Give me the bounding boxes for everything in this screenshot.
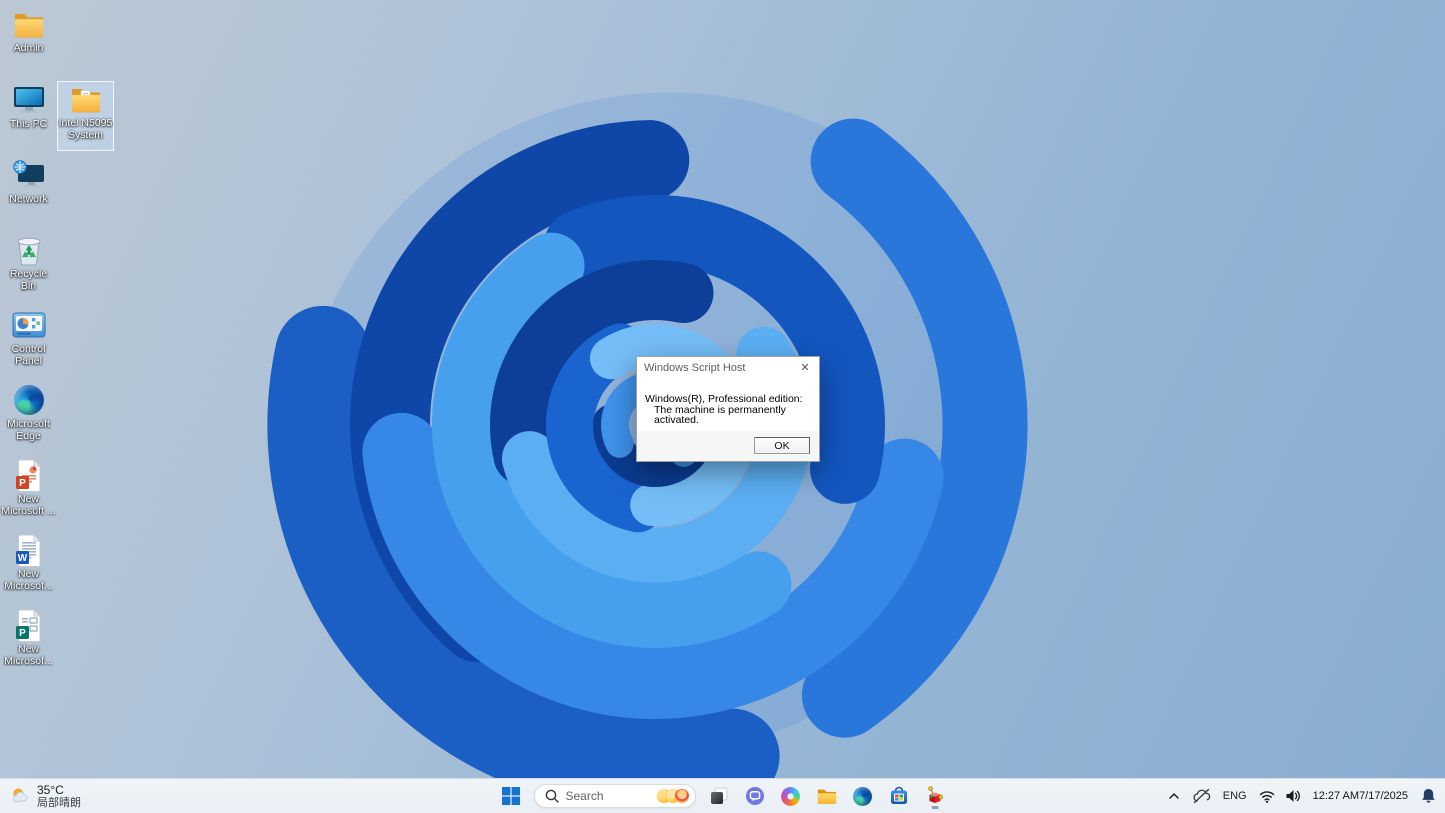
file-explorer-button[interactable]	[814, 783, 840, 809]
speaker-icon	[1286, 790, 1300, 802]
desktop-icon-this-pc[interactable]: This PC	[0, 82, 57, 152]
bell-icon	[1421, 788, 1435, 803]
desktop-icon-label: Admin	[13, 42, 44, 54]
chat-button[interactable]	[742, 783, 768, 809]
weather-icon	[12, 788, 28, 803]
system-tray: ENG 12:27 AM 7/17/2025	[1163, 779, 1439, 813]
search-box[interactable]	[533, 784, 696, 808]
search-icon	[545, 789, 559, 803]
desktop-icon-recycle-bin[interactable]: Recycle Bin	[0, 232, 57, 302]
copilot-icon	[781, 786, 800, 806]
network-tray-button[interactable]	[1256, 782, 1278, 810]
edge-icon	[853, 786, 872, 806]
language-indicator[interactable]: ENG	[1218, 782, 1252, 810]
emoji-heart-eyes-icon[interactable]	[674, 789, 689, 803]
file-explorer-icon	[817, 789, 836, 804]
svg-text:W: W	[18, 553, 28, 564]
wifi-icon	[1259, 790, 1274, 803]
clock[interactable]: 12:27 AM 7/17/2025	[1308, 782, 1413, 810]
folder-files-icon	[69, 82, 103, 116]
weather-temp: 35°C	[37, 782, 64, 797]
desktop-icon-label: Intel N5095 System	[58, 117, 113, 141]
tray-date: 7/17/2025	[1359, 789, 1408, 802]
svg-text:P: P	[19, 478, 26, 489]
activation-tool-button[interactable]	[922, 783, 948, 809]
copilot-button[interactable]	[778, 783, 804, 809]
tray-time: 12:27 AM	[1312, 789, 1360, 802]
dialog-message-line2: The machine is permanently activated.	[654, 403, 786, 426]
powerpoint-doc-icon: P	[12, 458, 46, 492]
notification-center-button[interactable]	[1417, 782, 1439, 810]
desktop-icon-new-word[interactable]: W New Microsof...	[0, 532, 57, 602]
desktop-icon-label: Microsoft Edge	[7, 418, 50, 442]
dialog-message: Windows(R), Professional edition: The ma…	[637, 378, 819, 426]
desktop-icon-new-publisher[interactable]: P New Microsof...	[0, 607, 57, 677]
onedrive-tray-button[interactable]	[1189, 782, 1214, 810]
microsoft-store-icon	[890, 786, 907, 804]
desktop-icon-control-panel[interactable]: Control Panel	[0, 307, 57, 377]
running-indicator	[931, 806, 938, 809]
close-icon[interactable]: ✕	[798, 361, 812, 375]
dialog-title-bar: Windows Script Host ✕	[637, 357, 819, 378]
computer-icon	[12, 83, 46, 117]
chevron-up-icon	[1168, 793, 1179, 799]
desktop-icon-label: Network	[9, 193, 48, 205]
weather-widget[interactable]: 35°C 局部晴朗	[10, 783, 81, 810]
chat-icon	[745, 787, 764, 805]
microsoft-store-button[interactable]	[886, 783, 912, 809]
weather-condition: 局部晴朗	[37, 796, 81, 809]
desktop-icon-label: New Microsof...	[4, 643, 53, 667]
ok-button[interactable]: OK	[754, 437, 810, 454]
desktop-icon-network[interactable]: Network	[0, 157, 57, 227]
show-hidden-icons-button[interactable]	[1163, 782, 1185, 810]
task-view-button[interactable]	[706, 783, 732, 809]
windows-script-host-dialog: Windows Script Host ✕ Windows(R), Profes…	[636, 356, 820, 462]
edge-icon	[12, 383, 46, 417]
publisher-doc-icon: P	[12, 608, 46, 642]
desktop-icon-intel-n5095-system[interactable]: Intel N5095 System	[57, 81, 114, 151]
desktop-icon-microsoft-edge[interactable]: Microsoft Edge	[0, 382, 57, 452]
desktop-icon-label: This PC	[9, 118, 48, 130]
desktop-icon-label: Recycle Bin	[9, 268, 48, 292]
svg-text:P: P	[19, 628, 26, 639]
recycle-bin-icon	[12, 233, 46, 267]
edge-button[interactable]	[850, 783, 876, 809]
activation-tool-icon	[927, 786, 943, 803]
start-button[interactable]	[498, 783, 524, 809]
desktop-icon-label: Control Panel	[11, 343, 46, 367]
desktop-icon-admin[interactable]: Admin	[0, 6, 57, 76]
desktop-icon-new-powerpoint[interactable]: P New Microsoft ...	[0, 457, 57, 527]
network-icon	[12, 158, 46, 192]
task-view-icon	[710, 787, 727, 804]
word-doc-icon: W	[12, 533, 46, 567]
dialog-title: Windows Script Host	[644, 361, 746, 374]
start-icon	[501, 787, 520, 805]
desktop-icon-label: New Microsof...	[4, 568, 53, 592]
desktop: Admin This PC Network Recycle Bin Contro…	[0, 0, 1445, 813]
dialog-message-line1: Windows(R), Professional edition:	[645, 393, 803, 405]
search-input[interactable]	[565, 789, 662, 803]
folder-icon	[12, 7, 46, 41]
taskbar-center	[498, 779, 948, 813]
weather-text: 35°C 局部晴朗	[37, 783, 81, 810]
volume-tray-button[interactable]	[1282, 782, 1304, 810]
desktop-icon-label: New Microsoft ...	[1, 493, 56, 517]
taskbar: 35°C 局部晴朗 Search ENG 12:27 AM 7/17/2025	[0, 778, 1445, 813]
onedrive-slash-icon	[1193, 788, 1210, 804]
control-panel-icon	[12, 308, 46, 342]
